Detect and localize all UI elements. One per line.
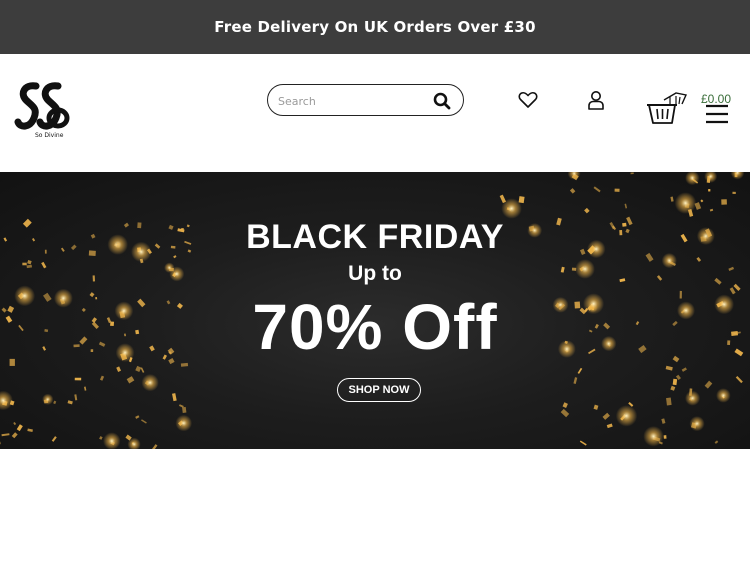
search-icon[interactable] [433, 92, 451, 110]
confetti-piece [84, 386, 87, 391]
confetti-piece [51, 436, 57, 442]
site-header: So Divine £0.00 [0, 54, 750, 172]
confetti-piece [665, 365, 673, 371]
sparkle-glow [730, 172, 745, 180]
search-box [267, 84, 464, 116]
sparkle-glow [103, 432, 121, 449]
confetti-piece [630, 172, 634, 175]
confetti-piece [708, 189, 711, 192]
confetti-piece [182, 406, 187, 413]
confetti-piece [16, 424, 23, 432]
confetti-piece [732, 191, 736, 194]
confetti-piece [518, 196, 525, 204]
confetti-piece [140, 367, 145, 373]
hero-banner[interactable]: BLACK FRIDAY Up to 70% Off SHOP NOW [0, 172, 750, 449]
confetti-piece [74, 394, 78, 401]
confetti-piece [670, 385, 676, 391]
sparkle-glow [674, 192, 697, 214]
confetti-piece [593, 186, 601, 193]
confetti-piece [672, 378, 678, 386]
confetti-piece [560, 408, 570, 418]
confetti-piece [135, 365, 142, 373]
confetti-piece [135, 415, 140, 419]
confetti-piece [593, 404, 599, 410]
confetti-piece [584, 207, 590, 214]
confetti-piece [681, 367, 687, 372]
confetti-piece [126, 376, 135, 384]
confetti-piece [0, 441, 1, 446]
sparkle-glow [716, 388, 731, 403]
confetti-piece [172, 393, 177, 402]
confetti-piece [74, 377, 82, 381]
sparkle-glow [42, 393, 54, 406]
confetti-piece [573, 377, 578, 384]
confetti-piece [178, 404, 184, 408]
sparkle-glow [689, 416, 705, 432]
confetti-piece [721, 199, 727, 205]
confetti-piece [141, 419, 147, 424]
confetti-piece [569, 188, 576, 194]
hero-offer: 70% Off [252, 291, 498, 363]
confetti-piece [11, 432, 18, 439]
confetti-piece [1, 433, 10, 437]
shop-now-button[interactable]: SHOP NOW [337, 378, 421, 402]
confetti-piece [116, 366, 122, 372]
confetti-piece [663, 435, 667, 439]
confetti-piece [666, 397, 672, 406]
sparkle-glow [567, 172, 581, 180]
hero-subtitle: Up to [348, 262, 402, 285]
heart-icon[interactable] [518, 91, 538, 109]
confetti-piece [579, 440, 587, 446]
sparkle-glow [141, 374, 159, 392]
basket-icon[interactable] [646, 90, 688, 126]
confetti-piece [99, 436, 103, 440]
confetti-piece [13, 422, 17, 426]
hamburger-menu-icon[interactable] [705, 104, 729, 124]
confetti-piece [606, 423, 613, 429]
confetti-piece [53, 400, 57, 405]
search-input[interactable] [278, 91, 428, 111]
confetti-piece [27, 428, 33, 432]
promo-banner: Free Delivery On UK Orders Over £30 [0, 0, 750, 54]
sparkle-glow [615, 405, 638, 427]
confetti-piece [709, 208, 714, 212]
confetti-piece [614, 188, 620, 192]
confetti-piece [577, 367, 583, 374]
confetti-piece [602, 412, 610, 420]
confetti-piece [661, 418, 666, 424]
confetti-piece [700, 199, 704, 203]
confetti-piece [704, 380, 713, 389]
sparkle-glow [685, 390, 701, 406]
confetti-piece [714, 440, 719, 444]
confetti-piece [67, 400, 73, 405]
confetti-piece [670, 196, 674, 202]
promo-text: Free Delivery On UK Orders Over £30 [214, 18, 536, 36]
user-icon[interactable] [587, 90, 605, 110]
confetti-piece [624, 203, 628, 209]
confetti-piece [562, 402, 568, 408]
confetti-piece [99, 375, 105, 381]
logo-caption: So Divine [35, 132, 64, 139]
hero-title: BLACK FRIDAY [246, 218, 504, 256]
confetti-piece [151, 444, 158, 449]
sparkle-glow [704, 172, 718, 183]
sparkle-glow [175, 414, 193, 432]
confetti-piece [735, 375, 743, 384]
